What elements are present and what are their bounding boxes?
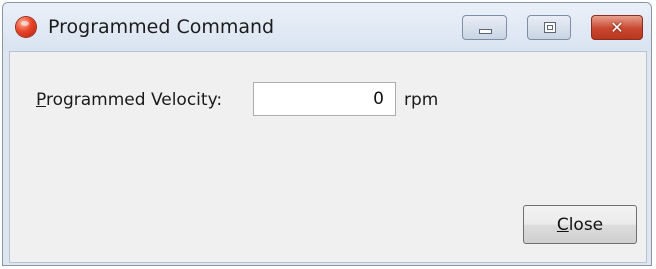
window-title: Programmed Command: [48, 16, 275, 38]
maximize-button[interactable]: [527, 15, 571, 40]
label-mnemonic: P: [36, 90, 46, 110]
dialog-body: Programmed Velocity: rpm Close: [9, 51, 647, 263]
close-button[interactable]: Close: [523, 205, 637, 244]
close-mnemonic: C: [556, 214, 569, 235]
title-bar[interactable]: Programmed Command ✕: [3, 3, 651, 51]
close-window-button[interactable]: ✕: [591, 15, 643, 40]
programmed-velocity-input[interactable]: [253, 82, 396, 116]
app-icon: [16, 17, 36, 37]
close-label: lose: [568, 214, 604, 235]
programmed-velocity-label: Programmed Velocity:: [36, 90, 222, 110]
minimize-button[interactable]: [462, 15, 507, 40]
minimize-icon: [479, 29, 492, 34]
close-icon: ✕: [610, 18, 624, 37]
maximize-icon: [544, 22, 556, 33]
programmed-command-window: Programmed Command ✕ Programmed Velocity…: [2, 2, 652, 266]
label-text: rogrammed Velocity:: [45, 90, 223, 110]
velocity-unit-label: rpm: [404, 90, 439, 110]
